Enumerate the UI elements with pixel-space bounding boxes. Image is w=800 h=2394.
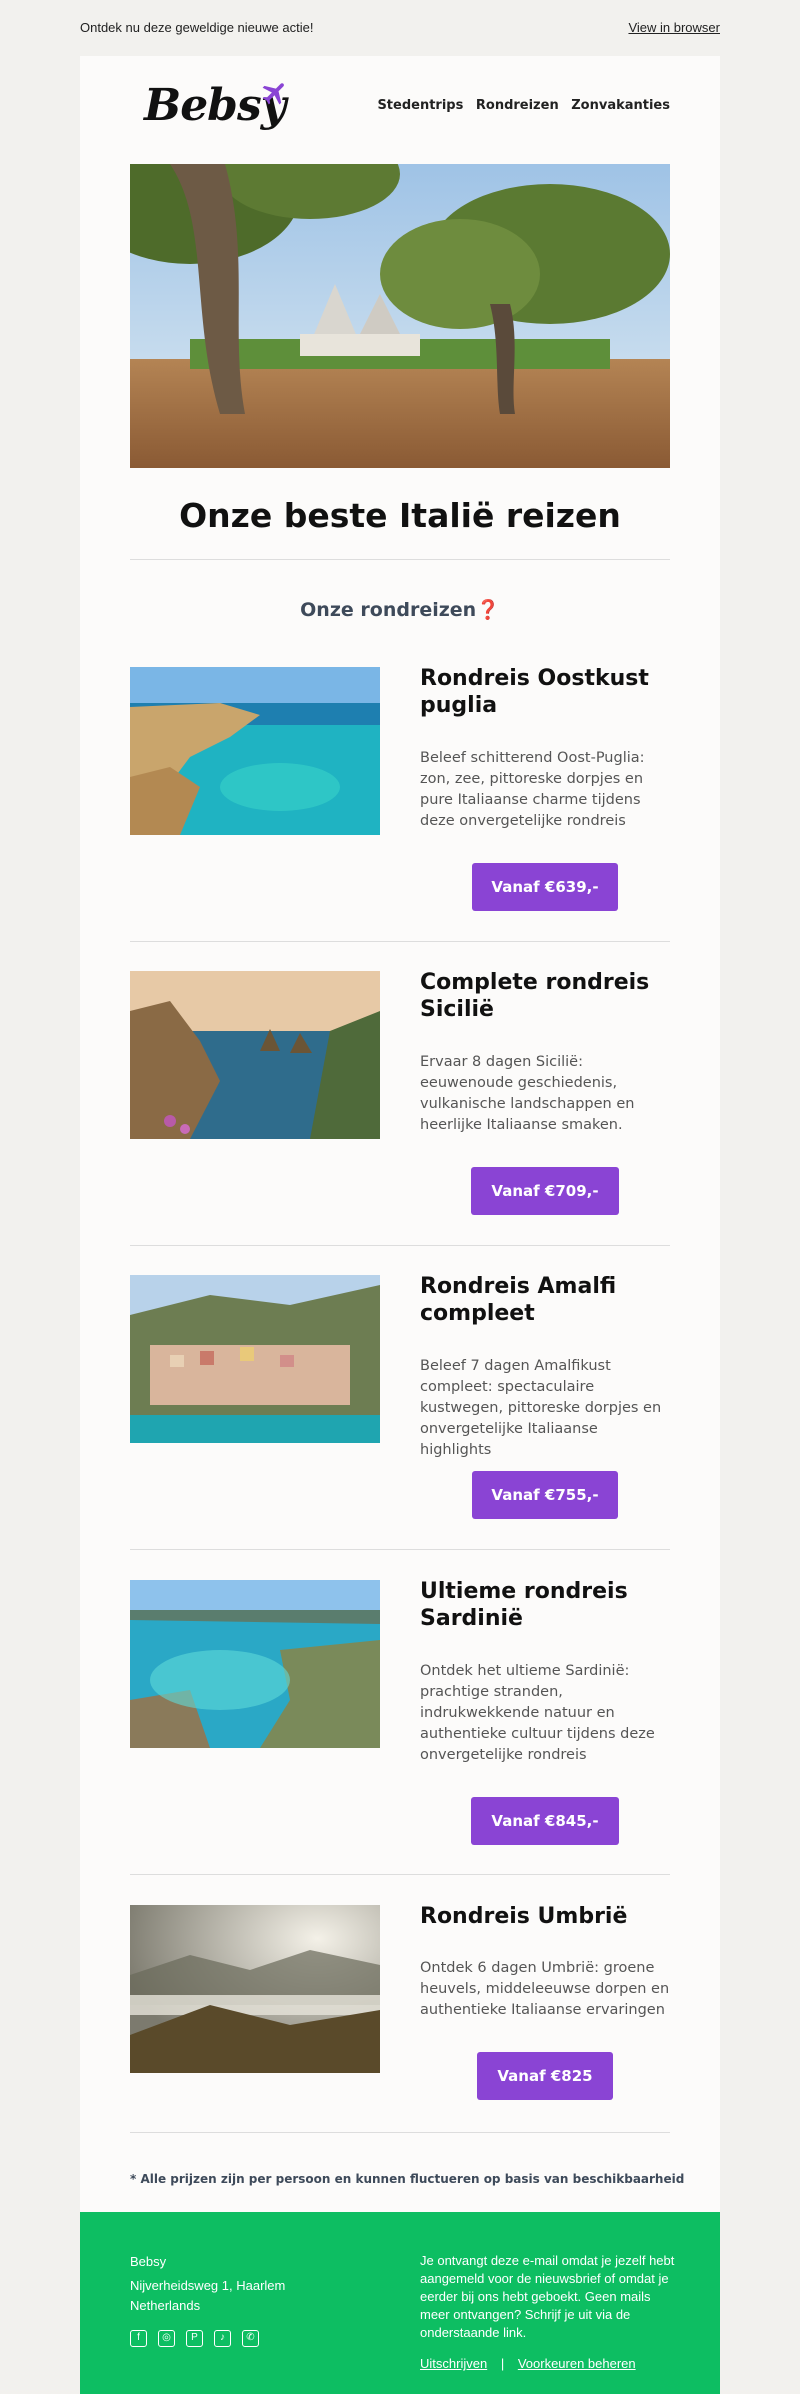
company-name: Bebsy (130, 2254, 167, 2269)
price-button[interactable]: Vanaf €709,- (471, 1167, 619, 1215)
trulli-olive-trees-image (130, 164, 670, 468)
footer-links: Uitschrijven | Voorkeuren beheren (420, 2356, 636, 2371)
preheader-text: Ontdek nu deze geweldige nieuwe actie! (80, 20, 314, 35)
trip-description: Beleef schitterend Oost-Puglia: zon, zee… (420, 750, 645, 829)
trip-title: Rondreis Umbrië (420, 1904, 628, 1929)
main-nav: Stedentrips Rondreizen Zonvakanties (369, 98, 670, 113)
trip-card-oostkust-puglia: Rondreis Oostkust puglia Beleef schitter… (130, 666, 670, 917)
tiktok-icon[interactable]: ♪ (214, 2330, 231, 2347)
divider (130, 1245, 670, 1246)
divider (130, 2132, 670, 2133)
price-button[interactable]: Vanaf €755,- (472, 1471, 618, 1519)
trip-description: Ontdek 6 dagen Umbrië: groene heuvels, m… (420, 1960, 670, 2018)
trip-card-sardinie: Ultieme rondreis Sardinië Ontdek het ult… (130, 1579, 670, 1858)
address-line: Nijverheidsweg 1, Haarlem (130, 2278, 286, 2293)
trip-image-umbrie[interactable] (130, 1905, 380, 2073)
footer-info-text: Je ontvangt deze e-mail omdat je jezelf … (420, 2253, 675, 2340)
divider (130, 1549, 670, 1550)
address-country: Netherlands (130, 2298, 201, 2313)
email-card: Bebsy Stedentrips Rondreizen Zonvakantie… (80, 56, 720, 2212)
trip-title: Ultieme rondreis Sardinië (420, 1579, 628, 1631)
trip-description: Ervaar 8 dagen Sicilië: eeuwenoude gesch… (420, 1054, 635, 1133)
bebsy-logo[interactable]: Bebsy (144, 78, 294, 138)
price-button[interactable]: Vanaf €845,- (471, 1797, 619, 1845)
trip-image-puglia[interactable] (130, 667, 380, 835)
divider (130, 941, 670, 942)
airplane-icon (262, 83, 284, 105)
trip-title: Rondreis Oostkust puglia (420, 666, 649, 718)
trip-image-amalfi[interactable] (130, 1275, 380, 1443)
section-title: Onze rondreizen❓ (300, 599, 500, 621)
divider (130, 559, 670, 560)
trip-title: Complete rondreis Sicilië (420, 970, 650, 1022)
price-button[interactable]: Vanaf €825 (477, 2052, 613, 2100)
nav-stedentrips[interactable]: Stedentrips (377, 98, 463, 113)
link-separator: | (500, 2356, 505, 2371)
page-title: Onze beste Italië reizen (179, 496, 621, 535)
social-links: f ◎ P ♪ ✆ (130, 2330, 259, 2347)
trip-description: Ontdek het ultieme Sardinië: prachtige s… (420, 1663, 655, 1763)
facebook-icon[interactable]: f (130, 2330, 147, 2347)
divider (130, 1874, 670, 1875)
instagram-icon[interactable]: ◎ (158, 2330, 175, 2347)
nav-zonvakanties[interactable]: Zonvakanties (571, 98, 670, 113)
unsubscribe-link[interactable]: Uitschrijven (420, 2356, 487, 2371)
view-in-browser-link[interactable]: View in browser (628, 20, 720, 35)
trip-description: Beleef 7 dagen Amalfikust compleet: spec… (420, 1358, 662, 1458)
trip-card-amalfi: Rondreis Amalfi compleet Beleef 7 dagen … (130, 1274, 670, 1525)
footer: Bebsy Nijverheidsweg 1, Haarlem Netherla… (80, 2212, 720, 2394)
price-button[interactable]: Vanaf €639,- (472, 863, 618, 911)
price-disclaimer: * Alle prijzen zijn per persoon en kunne… (130, 2172, 685, 2186)
trip-image-sicilie[interactable] (130, 971, 380, 1139)
trip-image-sardinie[interactable] (130, 1580, 380, 1748)
trip-card-sicilie: Complete rondreis Sicilië Ervaar 8 dagen… (130, 970, 670, 1221)
hero-image[interactable] (130, 164, 670, 468)
preferences-link[interactable]: Voorkeuren beheren (518, 2356, 636, 2371)
nav-rondreizen[interactable]: Rondreizen (476, 98, 559, 113)
pinterest-icon[interactable]: P (186, 2330, 203, 2347)
trip-card-umbrie: Rondreis Umbrië Ontdek 6 dagen Umbrië: g… (130, 1904, 670, 2155)
preheader-bar: Ontdek nu deze geweldige nieuwe actie! V… (80, 20, 720, 38)
whatsapp-icon[interactable]: ✆ (242, 2330, 259, 2347)
trip-title: Rondreis Amalfi compleet (420, 1274, 617, 1326)
footer-address: Bebsy Nijverheidsweg 1, Haarlem Netherla… (130, 2252, 285, 2316)
